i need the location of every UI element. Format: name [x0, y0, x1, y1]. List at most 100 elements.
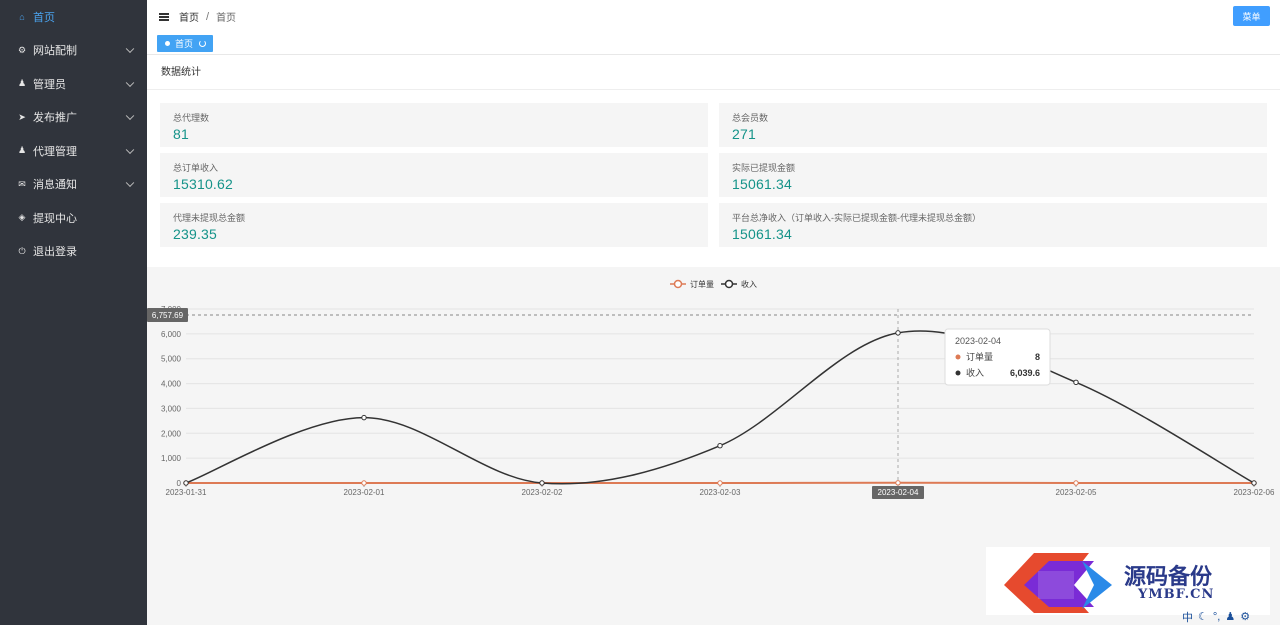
system-tray: 中 ☾ °, ♟ ⚙	[1176, 608, 1280, 625]
stat-label: 总订单收入	[173, 163, 219, 173]
y-tick-label: 4,000	[161, 380, 182, 389]
data-point	[717, 443, 723, 449]
stats-title: 数据统计	[147, 56, 1280, 90]
chevron-down-icon	[125, 44, 135, 54]
crosshair-y-label: 6,757.69	[152, 311, 184, 320]
sidebar-item-label: 首页	[33, 11, 55, 24]
y-tick-label: 0	[177, 479, 182, 488]
data-point	[1073, 379, 1079, 386]
sidebar-item[interactable]: ➤ 发布推广	[0, 101, 147, 135]
legend-marker	[673, 279, 683, 289]
data-point	[361, 480, 367, 486]
x-tick-label: 2023-02-05	[1056, 488, 1097, 497]
user-icon: ♟	[17, 145, 27, 156]
breadcrumb-home[interactable]: 首页	[179, 9, 199, 24]
sidebar-item[interactable]: ⏻ 退出登录	[0, 235, 147, 269]
gear-icon[interactable]: ⚙	[1240, 610, 1250, 623]
user-icon: ♟	[17, 78, 27, 89]
sidebar-item-label: 代理管理	[33, 145, 77, 158]
stats-card: 数据统计 总代理数 81 总会员数 271 总订单收入 15310.62 实际已…	[147, 56, 1280, 267]
power-icon: ⏻	[18, 245, 26, 256]
y-tick-label: 5,000	[161, 355, 182, 364]
data-point	[717, 480, 723, 486]
chevron-down-icon	[125, 78, 135, 87]
data-point	[1073, 480, 1079, 486]
watermark-subtitle: YMBF.CN	[1138, 587, 1215, 602]
watermark-logo-icon	[1004, 553, 1112, 613]
tooltip-title: 2023-02-04	[955, 336, 1001, 346]
sidebar-item[interactable]: ♟ 代理管理	[0, 134, 147, 168]
x-tick-label: 2023-01-31	[166, 488, 207, 497]
sidebar-item[interactable]: ◈ 提现中心	[0, 201, 147, 235]
sidebar-menu: ⌂ 首页 ⚙ 网站配制 ♟ 管理员 ➤ 发布推广 ♟ 代理管理 ✉ 消息通知 ◈ 提现中心 ⏻ 退出登录	[0, 0, 147, 268]
sidebar-item[interactable]: ⌂ 首页	[0, 0, 147, 34]
active-dot-icon	[165, 41, 170, 46]
top-header: 首页 / 首页 菜单	[147, 0, 1280, 33]
stat-label: 总会员数	[732, 113, 769, 123]
x-tick-label: 2023-02-01	[344, 488, 385, 497]
home-icon: ⌂	[19, 11, 25, 22]
y-tick-label: 2,000	[161, 429, 182, 438]
legend-label: 订单量	[690, 279, 714, 289]
tabs-bar: 首页	[147, 33, 1280, 55]
stat-agent-unwithdrawn: 代理未提现总金额 239.35	[160, 203, 708, 247]
input-method-icon[interactable]: 中	[1182, 609, 1193, 625]
stat-value: 81	[173, 126, 189, 142]
y-tick-label: 3,000	[161, 404, 182, 413]
crosshair-x-label: 2023-02-04	[878, 488, 919, 497]
data-point	[1251, 480, 1257, 486]
y-tick-label: 1,000	[161, 454, 182, 463]
data-point	[361, 414, 367, 421]
stat-value: 239.35	[173, 226, 218, 242]
data-point	[895, 330, 901, 336]
gear-icon: ⚙	[17, 44, 27, 55]
send-icon: ➤	[18, 111, 26, 122]
tab-label: 首页	[175, 39, 194, 49]
x-tick-label: 2023-02-03	[700, 488, 741, 497]
tooltip-series-value: 6,039.6	[1010, 368, 1040, 378]
sidebar-item[interactable]: ⚙ 网站配制	[0, 34, 147, 68]
refresh-icon[interactable]	[199, 40, 207, 47]
punctuation-icon[interactable]: °,	[1213, 611, 1220, 623]
data-point	[183, 480, 189, 486]
chevron-down-icon	[125, 145, 135, 154]
mail-icon: ✉	[18, 178, 26, 189]
sidebar-item-label: 提现中心	[33, 212, 77, 225]
sidebar-item-label: 退出登录	[33, 246, 77, 259]
sidebar-item[interactable]: ♟ 管理员	[0, 67, 147, 101]
moon-icon[interactable]: ☾	[1198, 610, 1208, 623]
stat-total-order-income: 总订单收入 15310.62	[160, 153, 708, 197]
user-icon[interactable]: ♟	[1225, 610, 1235, 623]
tooltip-series-name: 收入	[966, 367, 984, 378]
watermark: 源码备份 YMBF.CN	[986, 547, 1270, 615]
y-tick-label: 6,000	[161, 330, 182, 339]
stat-label: 实际已提现金额	[732, 163, 796, 173]
x-tick-label: 2023-02-02	[522, 488, 563, 497]
hamburger-icon[interactable]	[159, 12, 169, 21]
stat-label: 代理未提现总金额	[173, 213, 246, 223]
sidebar-item-label: 消息通知	[33, 179, 77, 192]
tab-home[interactable]: 首页	[157, 35, 213, 52]
stat-label: 总代理数	[173, 113, 210, 123]
data-point	[895, 480, 901, 486]
tooltip-series-value: 8	[1035, 352, 1040, 362]
stat-value: 271	[732, 126, 756, 142]
menu-button[interactable]: 菜单	[1233, 6, 1270, 26]
stat-value: 15061.34	[732, 226, 792, 242]
legend-label: 收入	[741, 279, 757, 289]
tooltip-series-name: 订单量	[966, 351, 993, 362]
sidebar: ⌂ 首页 ⚙ 网站配制 ♟ 管理员 ➤ 发布推广 ♟ 代理管理 ✉ 消息通知 ◈ 提现中心 ⏻ 退出登录	[0, 0, 147, 625]
stat-platform-net-income: 平台总净收入（订单收入-实际已提现金额-代理未提现总金额） 15061.34	[719, 203, 1267, 247]
sidebar-item-label: 网站配制	[33, 45, 77, 58]
chevron-down-icon	[125, 111, 135, 121]
stat-total-members: 总会员数 271	[719, 103, 1267, 147]
tooltip-dot	[955, 370, 961, 376]
data-point	[539, 480, 545, 486]
chevron-down-icon	[125, 178, 135, 188]
breadcrumb-current: 首页	[216, 13, 237, 24]
sidebar-item-label: 管理员	[33, 78, 66, 91]
box-icon: ◈	[18, 212, 26, 223]
legend-marker	[724, 279, 734, 289]
tooltip-dot	[955, 354, 961, 360]
sidebar-item[interactable]: ✉ 消息通知	[0, 168, 147, 202]
